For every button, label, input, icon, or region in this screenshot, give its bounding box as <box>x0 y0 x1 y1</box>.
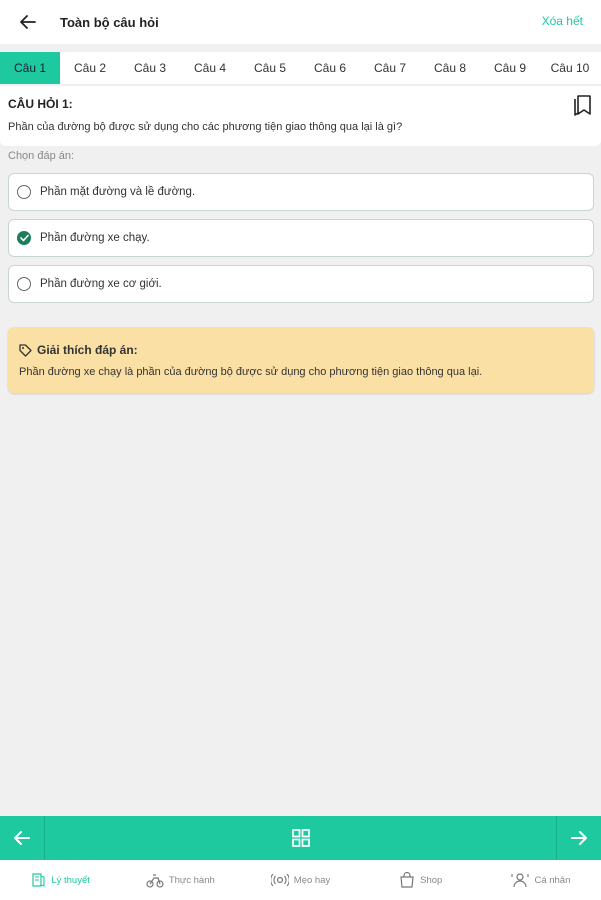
tab-question-1[interactable]: Câu 1 <box>0 52 60 84</box>
radio-unchecked-icon <box>17 185 31 199</box>
top-bar: Toàn bộ câu hỏi Xóa hết <box>0 0 601 44</box>
bottom-tab-label: Shop <box>420 874 443 886</box>
tab-question-7[interactable]: Câu 7 <box>360 52 420 84</box>
bottom-tab-label: Lý thuyết <box>51 874 90 886</box>
answer-text: Phần đường xe cơ giới. <box>40 278 162 290</box>
tips-icon <box>270 873 289 887</box>
question-nav-bar <box>0 816 601 860</box>
radio-unchecked-icon <box>17 277 31 291</box>
radio-checked-icon <box>17 231 31 245</box>
answer-option-2[interactable]: Phần đường xe chạy. <box>8 219 594 257</box>
bottom-tab-label: Thực hành <box>168 874 215 886</box>
profile-icon <box>511 873 530 888</box>
clear-all-button[interactable]: Xóa hết <box>542 14 583 28</box>
question-number: CÂU HỎI 1: <box>8 97 73 111</box>
bottom-tab-thuc-hanh[interactable]: Thực hành <box>120 860 240 900</box>
grid-icon[interactable] <box>291 828 311 848</box>
bottom-tab-ca-nhan[interactable]: Cá nhân <box>481 860 601 900</box>
explanation-title: Giải thích đáp án: <box>37 343 138 357</box>
bottom-tab-bar: Lý thuyết Thực hành Mẹo hay Shop Cá nhân <box>0 860 601 900</box>
tab-question-9[interactable]: Câu 9 <box>480 52 540 84</box>
answer-text: Phần mặt đường và lề đường. <box>40 186 196 198</box>
answer-text: Phần đường xe chạy. <box>40 232 150 244</box>
explanation-header: Giải thích đáp án: <box>19 343 138 357</box>
explanation-text: Phần đường xe chạy là phần của đường bộ … <box>19 366 483 378</box>
explanation-box: Giải thích đáp án: Phần đường xe chạy là… <box>8 327 594 393</box>
tab-question-2[interactable]: Câu 2 <box>60 52 120 84</box>
previous-question-button[interactable] <box>0 816 45 860</box>
answer-option-1[interactable]: Phần mặt đường và lề đường. <box>8 173 594 211</box>
tab-question-6[interactable]: Câu 6 <box>300 52 360 84</box>
back-button[interactable] <box>8 0 48 44</box>
arrow-right-icon <box>571 831 587 845</box>
tab-question-5[interactable]: Câu 5 <box>240 52 300 84</box>
shop-icon <box>400 872 414 888</box>
next-question-button[interactable] <box>556 816 601 860</box>
tab-question-8[interactable]: Câu 8 <box>420 52 480 84</box>
question-card: CÂU HỎI 1: Phần của đường bộ được sử dụn… <box>0 86 601 146</box>
bottom-tab-label: Mẹo hay <box>293 874 331 886</box>
bottom-tab-label: Cá nhân <box>534 874 571 886</box>
tag-icon <box>19 343 32 357</box>
motorbike-icon <box>146 874 164 888</box>
bottom-tab-shop[interactable]: Shop <box>361 860 481 900</box>
bottom-tab-meo-hay[interactable]: Mẹo hay <box>240 860 360 900</box>
tab-question-10[interactable]: Câu 10 <box>540 52 600 84</box>
choose-answer-label: Chọn đáp án: <box>8 150 75 162</box>
arrow-left-icon <box>14 831 30 845</box>
page-title: Toàn bộ câu hỏi <box>60 14 159 30</box>
tab-question-3[interactable]: Câu 3 <box>120 52 180 84</box>
answer-option-3[interactable]: Phần đường xe cơ giới. <box>8 265 594 303</box>
arrow-left-icon <box>20 15 36 29</box>
bookmark-icon[interactable] <box>572 94 592 116</box>
tab-question-4[interactable]: Câu 4 <box>180 52 240 84</box>
book-icon <box>32 873 45 887</box>
question-text: Phần của đường bộ được sử dụng cho các p… <box>8 121 403 133</box>
bottom-tab-ly-thuyet[interactable]: Lý thuyết <box>0 860 120 900</box>
question-tabs: Câu 1 Câu 2 Câu 3 Câu 4 Câu 5 Câu 6 Câu … <box>0 52 601 84</box>
